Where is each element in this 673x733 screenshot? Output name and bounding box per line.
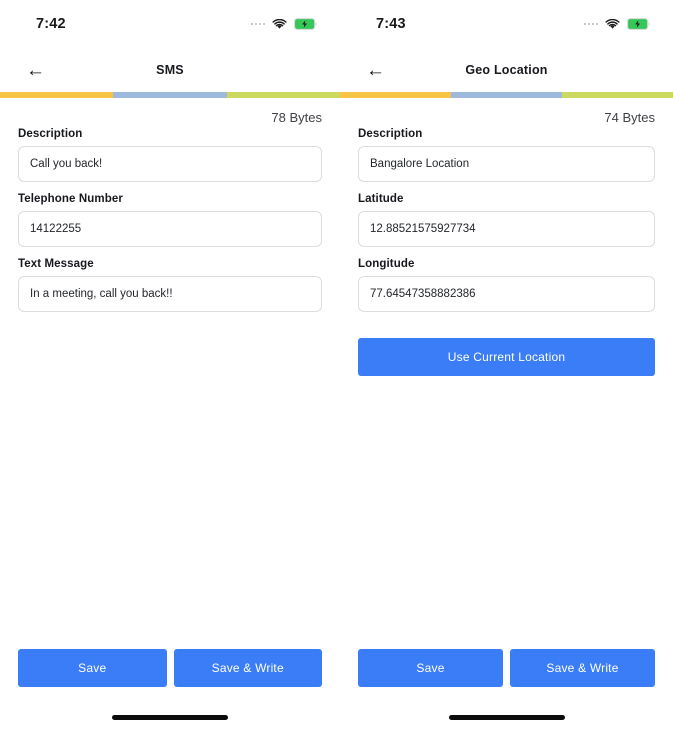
arrow-left-icon[interactable]: ←	[366, 61, 385, 80]
input-text-message[interactable]	[18, 276, 322, 312]
nav-bar: ← Geo Location	[340, 48, 673, 92]
status-bar: 7:42	[0, 0, 340, 48]
nav-bar: ← SMS	[0, 48, 340, 92]
save-and-write-button[interactable]: Save & Write	[510, 649, 655, 687]
save-and-write-button[interactable]: Save & Write	[173, 649, 322, 687]
bytes-row: 78 Bytes	[18, 98, 322, 128]
signal-dots-icon	[250, 22, 265, 26]
signal-dots-icon	[583, 22, 598, 26]
wifi-icon	[605, 18, 620, 30]
page-title: SMS	[156, 63, 184, 77]
label-description: Description	[358, 128, 423, 140]
home-indicator-wrap	[0, 701, 340, 733]
status-icons	[583, 18, 652, 30]
label-longitude: Longitude	[358, 258, 415, 270]
status-time: 7:43	[376, 16, 406, 32]
use-current-location-button[interactable]: Use Current Location	[358, 338, 655, 376]
arrow-left-icon[interactable]: ←	[26, 61, 45, 80]
save-button[interactable]: Save	[358, 649, 503, 687]
page-title: Geo Location	[465, 63, 548, 77]
input-description[interactable]	[358, 146, 655, 182]
form-area: 78 Bytes Description Telephone Number Te…	[0, 98, 340, 649]
input-telephone-number[interactable]	[18, 211, 322, 247]
home-indicator-wrap	[340, 701, 673, 733]
bytes-counter: 78 Bytes	[271, 110, 322, 125]
dual-screen-container: 7:42 ← SMS 78 Bytes Description Call you…	[0, 0, 673, 733]
status-bar: 7:43	[340, 0, 673, 48]
form-area: 74 Bytes Description Latitude Longitude …	[340, 98, 673, 649]
save-button[interactable]: Save	[18, 649, 167, 687]
status-time: 7:42	[36, 16, 66, 32]
label-description: Description	[18, 128, 83, 140]
label-telephone-number: Telephone Number	[18, 193, 123, 205]
label-latitude: Latitude	[358, 193, 404, 205]
bottom-actions: Save Save & Write	[340, 649, 673, 687]
bytes-row: 74 Bytes	[358, 98, 655, 128]
battery-charging-icon	[627, 18, 651, 30]
input-longitude[interactable]	[358, 276, 655, 312]
status-icons	[250, 18, 319, 30]
input-latitude[interactable]	[358, 211, 655, 247]
battery-charging-icon	[294, 18, 318, 30]
input-description[interactable]	[18, 146, 322, 182]
home-indicator[interactable]	[448, 714, 565, 720]
label-text-message: Text Message	[18, 258, 94, 270]
bytes-counter: 74 Bytes	[604, 110, 655, 125]
wifi-icon	[272, 18, 287, 30]
bottom-actions: Save Save & Write	[0, 649, 340, 687]
home-indicator[interactable]	[112, 714, 228, 720]
screen-geo-location: 7:43 ← Geo Location 74 Bytes Description…	[340, 0, 673, 733]
screen-sms: 7:42 ← SMS 78 Bytes Description Call you…	[0, 0, 340, 733]
